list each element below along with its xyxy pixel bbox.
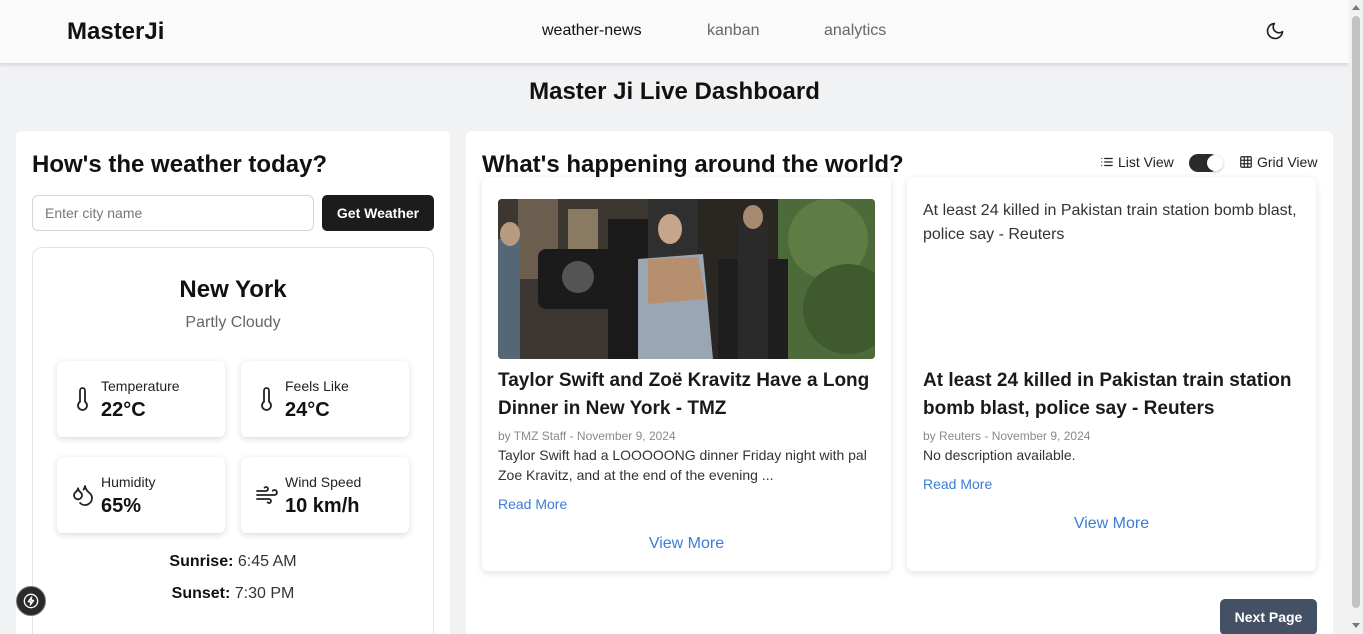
thermometer-icon xyxy=(71,387,95,411)
stat-label: Humidity xyxy=(101,474,156,490)
wind-speed-stat: Wind Speed 10 km/h xyxy=(241,457,409,533)
sunset-line: Sunset: 7:30 PM xyxy=(33,585,433,603)
news-card: What's happening around the world? List … xyxy=(466,131,1333,634)
moon-icon xyxy=(1266,22,1284,40)
list-icon xyxy=(1101,157,1113,167)
thermometer-icon xyxy=(255,387,279,411)
next-page-button[interactable]: Next Page xyxy=(1220,599,1317,634)
stat-label: Temperature xyxy=(101,378,180,394)
switch-knob xyxy=(1207,155,1223,171)
brand-logo[interactable]: MasterJi xyxy=(67,18,164,46)
page-title: Master Ji Live Dashboard xyxy=(529,78,820,105)
lightning-icon xyxy=(23,593,39,609)
view-more-link[interactable]: View More xyxy=(907,515,1316,533)
theme-toggle-button[interactable] xyxy=(1265,21,1285,41)
stat-label: Wind Speed xyxy=(285,474,362,490)
stat-value: 65% xyxy=(101,495,142,517)
feels-like-stat: Feels Like 24°C xyxy=(241,361,409,437)
list-view-label: List View xyxy=(1118,154,1174,170)
stat-value: 22°C xyxy=(101,399,146,421)
article-title[interactable]: Taylor Swift and Zoë Kravitz Have a Long… xyxy=(498,367,878,423)
nav-link-weather-news[interactable]: weather-news xyxy=(542,22,642,40)
sunrise-line: Sunrise: 6:45 AM xyxy=(33,553,433,571)
grid-view-option[interactable]: Grid View xyxy=(1239,154,1317,170)
humidity-stat: Humidity 65% xyxy=(57,457,225,533)
stat-value: 24°C xyxy=(285,399,330,421)
article-image[interactable] xyxy=(498,199,875,359)
article-meta: by Reuters - November 9, 2024 xyxy=(923,429,1091,443)
article-description: No description available. xyxy=(923,447,1076,463)
sunrise-label: Sunrise: xyxy=(169,553,234,570)
nav-link-kanban[interactable]: kanban xyxy=(707,22,760,40)
get-weather-button[interactable]: Get Weather xyxy=(322,195,434,231)
nav-link-analytics[interactable]: analytics xyxy=(824,22,886,40)
wind-icon xyxy=(255,483,279,507)
stat-label: Feels Like xyxy=(285,378,349,394)
scroll-up-arrow-icon[interactable] xyxy=(1352,5,1360,10)
article-image-alt-text[interactable]: At least 24 killed in Pakistan train sta… xyxy=(923,199,1300,247)
temperature-stat: Temperature 22°C xyxy=(57,361,225,437)
article-meta: by TMZ Staff - November 9, 2024 xyxy=(498,429,676,443)
sunrise-time: 6:45 AM xyxy=(237,553,297,570)
news-heading: What's happening around the world? xyxy=(482,151,904,178)
sunset-label: Sunset: xyxy=(171,585,231,602)
read-more-link[interactable]: Read More xyxy=(923,476,992,492)
stat-value: 10 km/h xyxy=(285,495,360,517)
top-navbar: MasterJi weather-news kanban analytics xyxy=(0,0,1349,63)
weather-card: How's the weather today? Get Weather New… xyxy=(16,131,450,634)
sunset-time: 7:30 PM xyxy=(234,585,295,602)
page-scrollbar[interactable] xyxy=(1349,0,1363,634)
article-title[interactable]: At least 24 killed in Pakistan train sta… xyxy=(923,367,1303,423)
view-more-link[interactable]: View More xyxy=(482,535,891,553)
news-article: Taylor Swift and Zoë Kravitz Have a Long… xyxy=(482,177,891,571)
grid-view-label: Grid View xyxy=(1257,154,1318,170)
weather-condition: Partly Cloudy xyxy=(185,314,281,331)
city-name: New York xyxy=(179,276,287,303)
city-input[interactable] xyxy=(32,195,314,231)
scrollbar-thumb[interactable] xyxy=(1352,16,1360,608)
article-description: Taylor Swift had a LOOOOONG dinner Frida… xyxy=(498,447,867,483)
droplets-icon xyxy=(71,483,95,507)
news-article: At least 24 killed in Pakistan train sta… xyxy=(907,177,1316,571)
list-view-option[interactable]: List View xyxy=(1100,154,1174,170)
floating-action-button[interactable] xyxy=(16,586,46,616)
grid-icon xyxy=(1240,156,1252,168)
read-more-link[interactable]: Read More xyxy=(498,496,567,512)
view-mode-switch[interactable] xyxy=(1189,154,1223,172)
scroll-down-arrow-icon[interactable] xyxy=(1352,623,1360,628)
weather-heading: How's the weather today? xyxy=(32,151,328,178)
weather-result-panel: New York Partly Cloudy Temperature 22°C … xyxy=(32,247,434,634)
